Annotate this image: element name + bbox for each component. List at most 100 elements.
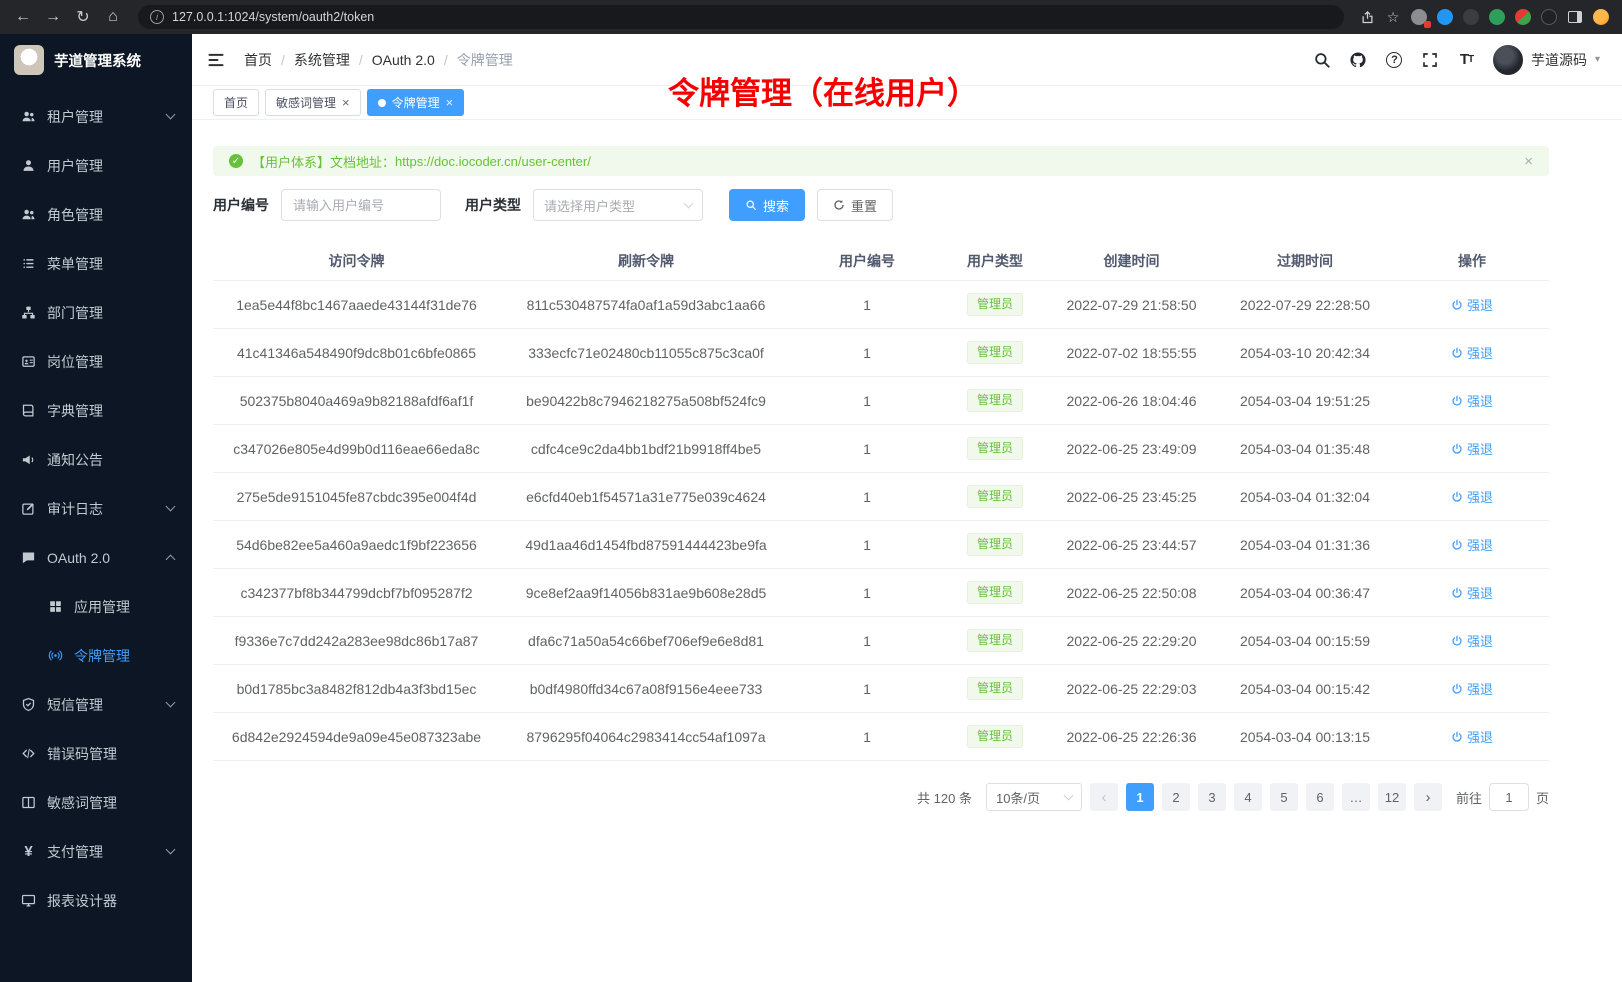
sidebar-item-sensitive-word[interactable]: 敏感词管理 [0,778,192,827]
breadcrumb-item[interactable]: 首页 [244,50,272,70]
app-logo[interactable]: 芋道管理系统 [0,34,192,86]
sidebar-item-report-designer[interactable]: 报表设计器 [0,876,192,925]
jump-page-input[interactable] [1489,783,1529,811]
page-button[interactable]: 12 [1378,783,1406,811]
oauth-chat-icon [21,550,36,565]
sidebar-item-oauth[interactable]: OAuth 2.0 [0,533,192,582]
force-logout-button[interactable]: 强退 [1451,583,1493,602]
expire-time-cell: 2054-03-04 00:15:42 [1215,681,1395,697]
sidebar-item-audit-log[interactable]: 审计日志 [0,484,192,533]
user-id-label: 用户编号 [213,195,269,215]
close-icon[interactable]: × [446,96,454,109]
created-time-cell: 2022-06-25 22:29:20 [1048,633,1215,649]
force-logout-button[interactable]: 强退 [1451,679,1493,698]
force-logout-button[interactable]: 强退 [1451,631,1493,650]
help-icon[interactable]: ? [1385,50,1404,69]
chevron-down-icon [166,110,176,120]
role-icon [21,207,36,222]
github-icon[interactable] [1349,50,1368,69]
action-cell: 强退 [1395,487,1549,506]
more-pages-button[interactable]: … [1342,783,1370,811]
side-panel-icon[interactable] [1564,6,1586,28]
doc-link[interactable]: https://doc.iocoder.cn/user-center/ [395,154,591,169]
sidebar-item-dept[interactable]: 部门管理 [0,288,192,337]
sidebar-item-menu[interactable]: 菜单管理 [0,239,192,288]
browser-back-icon[interactable]: ← [10,4,36,30]
access-token-cell: 502375b8040a469a9b82188afdf6af1f [213,393,500,409]
sidebar-item-sms[interactable]: 短信管理 [0,680,192,729]
refresh-token-cell: 333ecfc71e02480cb11055c875c3ca0f [500,345,792,361]
next-page-button[interactable]: › [1414,783,1442,811]
access-token-cell: f9336e7c7dd242a283ee98dc86b17a87 [213,633,500,649]
breadcrumb-item[interactable]: OAuth 2.0 [372,52,435,68]
force-logout-button[interactable]: 强退 [1451,391,1493,410]
browser-home-icon[interactable]: ⌂ [100,4,126,30]
extension-icon-5[interactable] [1512,6,1534,28]
force-logout-button[interactable]: 强退 [1451,487,1493,506]
font-size-icon[interactable]: TT [1457,50,1476,69]
bookmark-star-icon[interactable]: ☆ [1382,6,1404,28]
column-header: 刷新令牌 [500,251,792,271]
browser-forward-icon[interactable]: → [40,4,66,30]
page-size-select[interactable]: 10条/页 [986,783,1082,811]
page-button[interactable]: 2 [1162,783,1190,811]
tab-token[interactable]: 令牌管理 × [367,89,465,116]
doc-alert: ✓ 【用户体系】文档地址： https://doc.iocoder.cn/use… [213,146,1549,176]
extension-icon-4[interactable] [1486,6,1508,28]
tab-sensitive-word[interactable]: 敏感词管理 × [265,89,361,116]
action-cell: 强退 [1395,727,1549,746]
user-type-select[interactable]: 请选择用户类型 [533,189,703,221]
page-button[interactable]: 6 [1306,783,1334,811]
prev-page-button[interactable]: ‹ [1090,783,1118,811]
close-icon[interactable]: × [342,96,350,109]
reset-button[interactable]: 重置 [817,189,893,221]
sidebar-item-post[interactable]: 岗位管理 [0,337,192,386]
select-placeholder: 请选择用户类型 [544,196,635,215]
sidebar-item-dict[interactable]: 字典管理 [0,386,192,435]
fullscreen-icon[interactable] [1421,50,1440,69]
page-button[interactable]: 5 [1270,783,1298,811]
page-jumper: 前往 页 [1456,783,1549,811]
page-button[interactable]: 3 [1198,783,1226,811]
extension-icon-2[interactable] [1434,6,1456,28]
user-id-input[interactable] [281,189,441,221]
share-icon[interactable] [1356,6,1378,28]
force-logout-button[interactable]: 强退 [1451,535,1493,554]
extension-icon-1[interactable] [1408,6,1430,28]
search-icon[interactable] [1313,50,1332,69]
sidebar-item-token[interactable]: 令牌管理 [0,631,192,680]
user-avatar [1493,45,1523,75]
sidebar-item-notice[interactable]: 通知公告 [0,435,192,484]
jump-prefix: 前往 [1456,788,1482,807]
collapse-sidebar-icon[interactable] [206,50,226,70]
sidebar-item-tenant[interactable]: 租户管理 [0,92,192,141]
page-button[interactable]: 4 [1234,783,1262,811]
sidebar-item-error-code[interactable]: 错误码管理 [0,729,192,778]
extension-icon-6[interactable] [1538,6,1560,28]
logout-power-icon [1451,539,1463,551]
sidebar-item-role[interactable]: 角色管理 [0,190,192,239]
expire-time-cell: 2054-03-04 00:36:47 [1215,585,1395,601]
sidebar-item-user[interactable]: 用户管理 [0,141,192,190]
browser-reload-icon[interactable]: ↻ [70,4,96,30]
close-icon[interactable]: × [1524,153,1533,170]
site-info-icon[interactable]: i [150,10,164,24]
breadcrumb-item[interactable]: 系统管理 [294,50,350,70]
page-button[interactable]: 1 [1126,783,1154,811]
post-card-icon [21,354,36,369]
user-menu[interactable]: 芋道源码 ▾ [1493,45,1600,75]
sidebar-item-label: 错误码管理 [47,744,174,764]
force-logout-button[interactable]: 强退 [1451,439,1493,458]
tab-home[interactable]: 首页 [213,89,259,116]
browser-profile-avatar[interactable] [1590,6,1612,28]
sidebar-item-label: 租户管理 [47,107,156,127]
search-button[interactable]: 搜索 [729,189,805,221]
force-logout-button[interactable]: 强退 [1451,295,1493,314]
extension-icon-3[interactable] [1460,6,1482,28]
force-logout-button[interactable]: 强退 [1451,727,1493,746]
force-logout-button[interactable]: 强退 [1451,343,1493,362]
sidebar-item-oauth-app[interactable]: 应用管理 [0,582,192,631]
logout-power-icon [1451,491,1463,503]
address-bar[interactable]: i 127.0.0.1:1024/system/oauth2/token [138,5,1344,29]
sidebar-item-pay[interactable]: ¥ 支付管理 [0,827,192,876]
